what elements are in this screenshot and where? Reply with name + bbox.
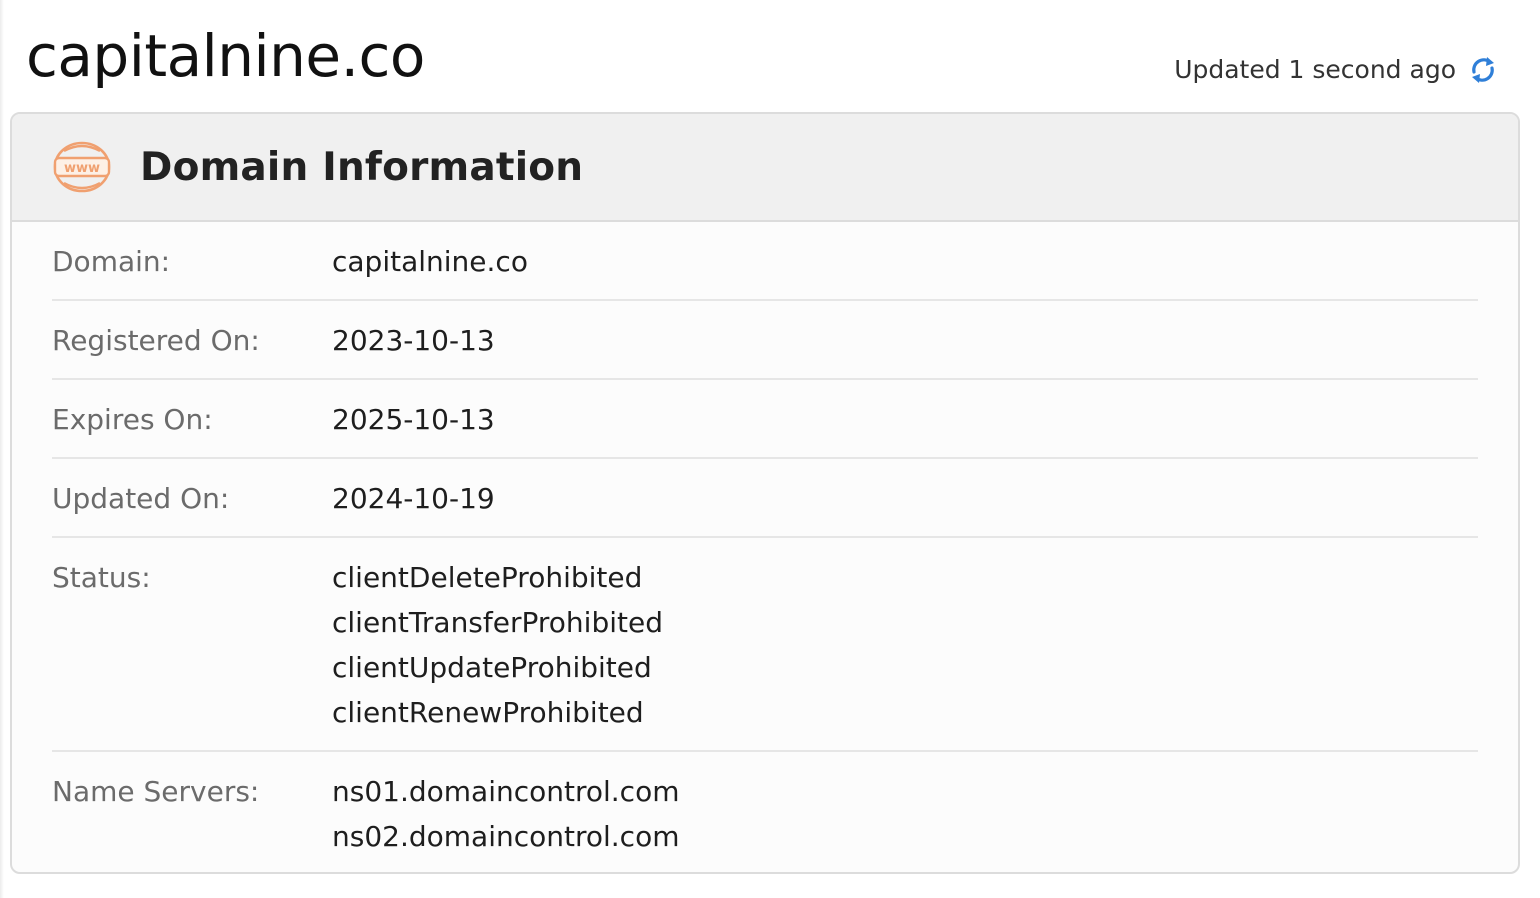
status-item: clientRenewProhibited [332, 696, 644, 729]
value-updated-on: 2024-10-19 [332, 482, 495, 515]
page: capitalnine.co Updated 1 second ago www [0, 0, 1540, 898]
label-registered-on: Registered On: [52, 324, 260, 357]
row-updated-on: Updated On: 2024-10-19 [52, 459, 1478, 538]
status-item: clientUpdateProhibited [332, 651, 652, 684]
row-expires-on: Expires On: 2025-10-13 [52, 380, 1478, 459]
card-header: www Domain Information [12, 114, 1518, 222]
card-title: Domain Information [140, 144, 584, 190]
row-domain: Domain: capitalnine.co [52, 222, 1478, 301]
status-item: clientDeleteProhibited [332, 561, 643, 594]
row-status: Status: clientDeleteProhibited clientTra… [52, 538, 1478, 752]
last-updated: Updated 1 second ago [1174, 52, 1500, 88]
svg-text:www: www [64, 161, 100, 176]
value-name-servers: ns01.domaincontrol.com ns02.domaincontro… [332, 769, 679, 872]
value-registered-on: 2023-10-13 [332, 324, 495, 357]
www-icon: www [52, 139, 118, 195]
row-registered-on: Registered On: 2023-10-13 [52, 301, 1478, 380]
label-status: Status: [52, 561, 151, 594]
value-domain: capitalnine.co [332, 245, 528, 278]
row-name-servers: Name Servers: ns01.domaincontrol.com ns0… [52, 752, 1478, 872]
value-expires-on: 2025-10-13 [332, 403, 495, 436]
label-domain: Domain: [52, 245, 171, 278]
label-expires-on: Expires On: [52, 403, 213, 436]
label-updated-on: Updated On: [52, 482, 230, 515]
value-status: clientDeleteProhibited clientTransferPro… [332, 555, 663, 750]
status-item: clientTransferProhibited [332, 606, 663, 639]
refresh-icon[interactable] [1466, 53, 1500, 87]
left-edge-shade [0, 0, 4, 898]
name-server-item: ns01.domaincontrol.com [332, 775, 680, 808]
name-server-item: ns02.domaincontrol.com [332, 820, 680, 853]
label-name-servers: Name Servers: [52, 775, 260, 808]
domain-info-rows: Domain: capitalnine.co Registered On: 20… [12, 222, 1518, 872]
updated-text: Updated 1 second ago [1174, 55, 1456, 84]
domain-information-card: www Domain Information Domain: capitalni… [10, 112, 1520, 874]
domain-title: capitalnine.co [26, 22, 425, 90]
